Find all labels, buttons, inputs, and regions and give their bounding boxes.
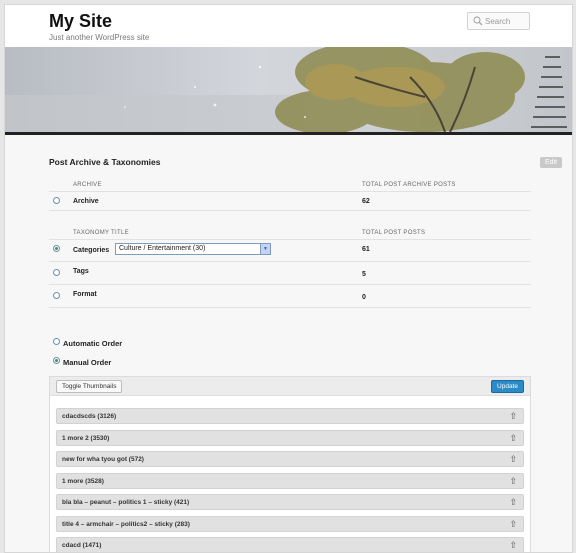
site-title[interactable]: My Site xyxy=(49,11,112,32)
categories-row-value: 61 xyxy=(362,246,370,253)
sort-panel: Toggle Thumbnails Update cdacdscds (3126… xyxy=(49,376,531,552)
divider xyxy=(49,239,531,240)
format-row-value: 0 xyxy=(362,294,366,301)
category-select[interactable]: Culture / Entertainment (30) ▼ xyxy=(115,243,271,255)
up-arrow-icon[interactable]: ⇧ xyxy=(509,411,517,422)
archive-column-header: ARCHIVE xyxy=(73,182,102,188)
automatic-order-radio[interactable] xyxy=(53,338,60,345)
tags-row-label: Tags xyxy=(73,268,89,275)
section-title: Post Archive & Taxonomies xyxy=(49,157,161,167)
categories-row-label: Categories xyxy=(73,247,110,254)
taxonomy-total-column-header: TOTAL POST POSTS xyxy=(362,230,426,236)
up-arrow-icon[interactable]: ⇧ xyxy=(509,433,517,444)
sortable-item[interactable]: cdacdscds (3126) ⇧ xyxy=(56,408,524,424)
archive-row-value: 62 xyxy=(362,198,370,205)
sortable-item-label: cdacd (1471) xyxy=(62,542,102,549)
sortable-item[interactable]: 1 more 2 (3530) ⇧ xyxy=(56,430,524,446)
category-select-value: Culture / Entertainment (30) xyxy=(119,245,206,252)
up-arrow-icon[interactable]: ⇧ xyxy=(509,519,517,530)
manual-order-label[interactable]: Manual Order xyxy=(63,358,111,367)
format-row-label: Format xyxy=(73,291,97,298)
divider xyxy=(49,261,531,262)
tags-row-value: 5 xyxy=(362,271,366,278)
sortable-item-label: new for wha tyou got (572) xyxy=(62,456,144,463)
up-arrow-icon[interactable]: ⇧ xyxy=(509,540,517,551)
taxonomy-column-header: TAXONOMY TITLE xyxy=(73,230,129,236)
site-description: Just another WordPress site xyxy=(49,33,150,42)
sortable-item-label: title 4 – armchair – politics2 – sticky … xyxy=(62,521,190,528)
toggle-thumbnails-button[interactable]: Toggle Thumbnails xyxy=(56,380,123,393)
main-content: Post Archive & Taxonomies Edit ARCHIVE T… xyxy=(5,135,572,552)
up-arrow-icon[interactable]: ⇧ xyxy=(509,476,517,487)
sortable-item-label: cdacdscds (3126) xyxy=(62,413,117,420)
sortable-item-label: 1 more 2 (3530) xyxy=(62,435,110,442)
categories-radio[interactable] xyxy=(53,245,60,252)
archive-row-label: Archive xyxy=(73,198,99,205)
archive-radio[interactable] xyxy=(53,197,60,204)
search-placeholder: Search xyxy=(485,17,511,26)
tags-radio[interactable] xyxy=(53,269,60,276)
automatic-order-label[interactable]: Automatic Order xyxy=(63,339,122,348)
manual-order-radio[interactable] xyxy=(53,357,60,364)
divider xyxy=(49,284,531,285)
page: My Site Just another WordPress site Sear… xyxy=(4,4,573,553)
format-radio[interactable] xyxy=(53,292,60,299)
sortable-item[interactable]: 1 more (3528) ⇧ xyxy=(56,473,524,489)
sortable-item[interactable]: cdacd (1471) ⇧ xyxy=(56,537,524,552)
sortable-item-label: 1 more (3528) xyxy=(62,478,104,485)
search-input[interactable]: Search xyxy=(467,12,530,30)
up-arrow-icon[interactable]: ⇧ xyxy=(509,497,517,508)
sortable-item-label: bla bla – peanut – politics 1 – sticky (… xyxy=(62,499,190,506)
sort-toolbar: Toggle Thumbnails Update xyxy=(50,377,530,396)
divider xyxy=(49,210,531,211)
update-button[interactable]: Update xyxy=(491,380,524,393)
sortable-item[interactable]: bla bla – peanut – politics 1 – sticky (… xyxy=(56,494,524,510)
chevron-down-icon[interactable]: ▼ xyxy=(260,244,270,254)
archive-total-column-header: TOTAL POST ARCHIVE POSTS xyxy=(362,182,456,188)
up-arrow-icon[interactable]: ⇧ xyxy=(509,454,517,465)
header-image xyxy=(5,47,572,132)
divider xyxy=(49,307,531,308)
sortable-item[interactable]: new for wha tyou got (572) ⇧ xyxy=(56,451,524,467)
search-icon xyxy=(473,16,483,26)
edit-button[interactable]: Edit xyxy=(540,157,562,168)
sortable-item[interactable]: title 4 – armchair – politics2 – sticky … xyxy=(56,516,524,532)
divider xyxy=(49,191,531,192)
